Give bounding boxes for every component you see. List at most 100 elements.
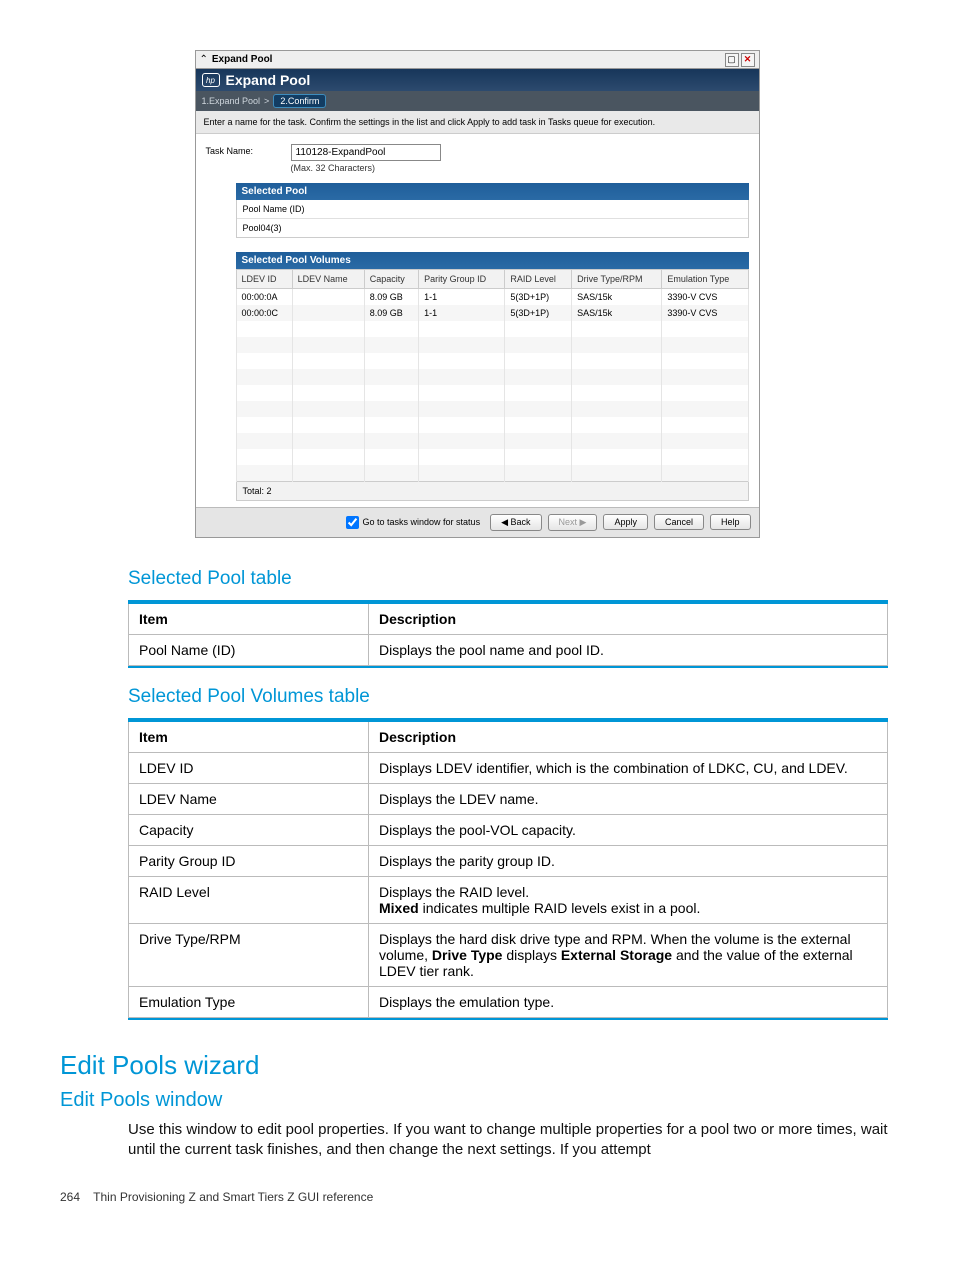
step-2-active[interactable]: 2.Confirm xyxy=(273,94,326,108)
table-cell xyxy=(662,449,748,465)
table-cell xyxy=(292,353,364,369)
table-cell: 3390-V CVS xyxy=(662,289,748,306)
table-cell xyxy=(662,417,748,433)
table-row: Pool Name (ID) Displays the pool name an… xyxy=(129,634,888,665)
cell-item: RAID Level xyxy=(129,876,369,923)
table-cell xyxy=(662,385,748,401)
expand-pool-dialog: ⌃ Expand Pool ▢ ✕ hp Expand Pool 1.Expan… xyxy=(195,50,760,538)
page-footer: 264 Thin Provisioning Z and Smart Tiers … xyxy=(60,1190,894,1204)
task-name-label: Task Name: xyxy=(206,144,281,156)
table-cell xyxy=(419,417,505,433)
table-cell: 3390-V CVS xyxy=(662,305,748,321)
dialog-footer: Go to tasks window for status ◀ Back Nex… xyxy=(196,507,759,537)
table-cell xyxy=(364,433,418,449)
table-cell: SAS/15k xyxy=(572,305,662,321)
table-cell xyxy=(572,417,662,433)
goto-tasks-checkbox[interactable] xyxy=(346,516,359,529)
table-row[interactable]: 00:00:0C8.09 GB1-15(3D+1P)SAS/15k3390-V … xyxy=(236,305,748,321)
cancel-button[interactable]: Cancel xyxy=(654,514,704,530)
table-cell: 8.09 GB xyxy=(364,289,418,306)
table-cell: 1-1 xyxy=(419,305,505,321)
cell-item: Emulation Type xyxy=(129,986,369,1017)
cell-description: Displays the RAID level.Mixed indicates … xyxy=(369,876,888,923)
table-cell xyxy=(236,321,292,337)
selected-pool-doc-table: Item Description Pool Name (ID) Displays… xyxy=(128,602,888,666)
table-cell xyxy=(419,465,505,481)
dialog-body: Enter a name for the task. Confirm the s… xyxy=(196,111,759,507)
table-cell: 8.09 GB xyxy=(364,305,418,321)
apply-button[interactable]: Apply xyxy=(603,514,648,530)
table-cell xyxy=(419,385,505,401)
table-cell xyxy=(505,337,572,353)
cell-description: Displays LDEV identifier, which is the c… xyxy=(369,752,888,783)
col-raid-level[interactable]: RAID Level xyxy=(505,270,572,289)
table-row: LDEV NameDisplays the LDEV name. xyxy=(129,783,888,814)
cell-description: Displays the LDEV name. xyxy=(369,783,888,814)
cell-item: Parity Group ID xyxy=(129,845,369,876)
table-cell xyxy=(292,465,364,481)
heading-selected-pool-volumes-table: Selected Pool Volumes table xyxy=(128,686,894,708)
table-cell xyxy=(505,321,572,337)
table-cell xyxy=(364,353,418,369)
table-cell xyxy=(236,449,292,465)
table-cell xyxy=(236,385,292,401)
table-cell xyxy=(292,337,364,353)
table-cell xyxy=(364,321,418,337)
dialog-header-title: Expand Pool xyxy=(226,72,311,88)
col-parity-group[interactable]: Parity Group ID xyxy=(419,270,505,289)
table-cell xyxy=(662,337,748,353)
col-capacity[interactable]: Capacity xyxy=(364,270,418,289)
table-cell xyxy=(505,353,572,369)
help-button[interactable]: Help xyxy=(710,514,751,530)
selected-pool-volumes-doc-table: Item Description LDEV IDDisplays LDEV id… xyxy=(128,720,888,1018)
pool-name-value: Pool04(3) xyxy=(237,218,748,237)
cell-description: Displays the hard disk drive type and RP… xyxy=(369,923,888,986)
table-cell xyxy=(572,353,662,369)
volumes-total: Total: 2 xyxy=(236,482,749,501)
body-paragraph: Use this window to edit pool properties.… xyxy=(128,1120,894,1161)
table-cell xyxy=(662,401,748,417)
table-cell xyxy=(292,449,364,465)
table-row xyxy=(236,337,748,353)
table-cell xyxy=(419,353,505,369)
table-row: CapacityDisplays the pool-VOL capacity. xyxy=(129,814,888,845)
step-separator: > xyxy=(264,96,269,106)
table-cell xyxy=(505,465,572,481)
dialog-instruction: Enter a name for the task. Confirm the s… xyxy=(196,111,759,134)
close-icon[interactable]: ✕ xyxy=(741,53,755,67)
col-emulation-type[interactable]: Emulation Type xyxy=(662,270,748,289)
col-ldev-id[interactable]: LDEV ID xyxy=(236,270,292,289)
table-cell xyxy=(419,401,505,417)
table-row xyxy=(236,465,748,481)
table-row[interactable]: 00:00:0A8.09 GB1-15(3D+1P)SAS/15k3390-V … xyxy=(236,289,748,306)
table-cell xyxy=(505,433,572,449)
table-row: RAID LevelDisplays the RAID level.Mixed … xyxy=(129,876,888,923)
table-cell xyxy=(662,465,748,481)
back-button[interactable]: ◀ Back xyxy=(490,514,541,531)
step-1[interactable]: 1.Expand Pool xyxy=(202,96,261,106)
cell-description: Displays the parity group ID. xyxy=(369,845,888,876)
goto-tasks-checkbox-wrap[interactable]: Go to tasks window for status xyxy=(346,516,481,529)
task-name-input[interactable] xyxy=(291,144,441,161)
table-row: Drive Type/RPMDisplays the hard disk dri… xyxy=(129,923,888,986)
table-cell xyxy=(419,337,505,353)
table-cell xyxy=(505,385,572,401)
table-row xyxy=(236,385,748,401)
collapse-icon[interactable]: ⌃ xyxy=(200,54,208,65)
table-cell xyxy=(364,385,418,401)
cell-item: Capacity xyxy=(129,814,369,845)
maximize-icon[interactable]: ▢ xyxy=(725,53,739,67)
table-cell: 00:00:0A xyxy=(236,289,292,306)
heading-edit-pools-window: Edit Pools window xyxy=(60,1089,894,1112)
table-cell xyxy=(572,321,662,337)
col-drive-type[interactable]: Drive Type/RPM xyxy=(572,270,662,289)
cell-item: LDEV Name xyxy=(129,783,369,814)
cell-description: Displays the pool-VOL capacity. xyxy=(369,814,888,845)
selected-pool-volumes-title: Selected Pool Volumes xyxy=(236,252,749,269)
table-cell xyxy=(364,417,418,433)
selected-pool-title: Selected Pool xyxy=(236,183,749,200)
table-cell xyxy=(419,433,505,449)
table-cell xyxy=(364,449,418,465)
col-ldev-name[interactable]: LDEV Name xyxy=(292,270,364,289)
table-cell xyxy=(505,369,572,385)
